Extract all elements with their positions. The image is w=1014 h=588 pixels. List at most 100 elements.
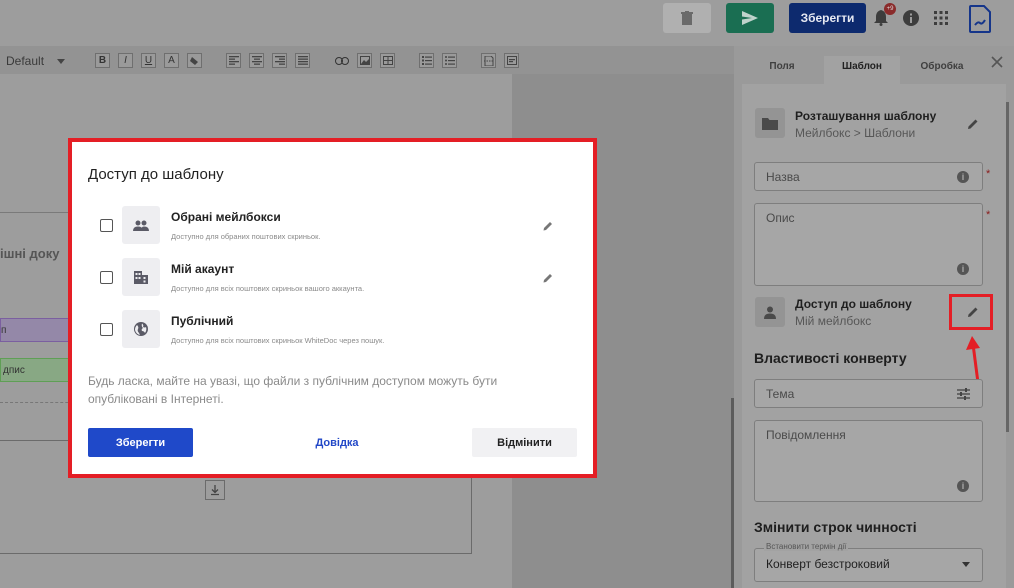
tab-processing[interactable]: Обробка (910, 56, 974, 84)
apps-grid-icon (934, 11, 948, 25)
name-label: Назва (766, 170, 800, 184)
help-link[interactable]: Довідка (292, 428, 382, 457)
panel-scrollbar[interactable] (1006, 102, 1009, 432)
justify-icon (297, 56, 308, 65)
edit-location-pencil-icon[interactable] (966, 117, 980, 131)
option-title: Публічний (171, 314, 234, 328)
access-dialog: Доступ до шаблону Обрані мейлбокси Досту… (68, 138, 597, 478)
bold-button[interactable]: B (95, 53, 110, 68)
required-marker: * (986, 168, 991, 180)
info-button[interactable] (901, 8, 921, 28)
font-select[interactable]: Default (6, 54, 44, 68)
close-icon[interactable] (990, 55, 1004, 69)
save-button[interactable]: Зберегти (88, 428, 193, 457)
tab-fields[interactable]: Поля (752, 56, 812, 84)
fill-icon (189, 56, 198, 65)
send-icon (742, 11, 758, 25)
doc-field-signature[interactable]: дпис (0, 358, 70, 382)
fill-color-button[interactable] (187, 53, 202, 68)
access-title: Доступ до шаблону (795, 297, 912, 311)
top-bar: Зберегти +9 (0, 0, 1014, 46)
location-path: Мейлбокс > Шаблони (795, 126, 916, 140)
delete-button[interactable] (663, 3, 711, 33)
group-icon (122, 206, 160, 244)
checkbox[interactable] (100, 219, 113, 232)
unordered-list-icon (444, 56, 455, 65)
align-left-button[interactable] (226, 53, 241, 68)
option-description: Доступно для всіх поштових скриньок вашо… (171, 284, 365, 293)
globe-icon (122, 310, 160, 348)
align-left-icon (228, 56, 239, 65)
table-button[interactable] (380, 53, 395, 68)
building-icon (122, 258, 160, 296)
field-button[interactable] (504, 53, 519, 68)
expiry-field-label: Встановити термін дії (764, 542, 849, 551)
align-center-button[interactable] (249, 53, 264, 68)
info-icon[interactable]: i (957, 480, 969, 492)
underline-button[interactable]: U (141, 53, 156, 68)
align-center-icon (251, 56, 262, 65)
field-icon (506, 56, 517, 65)
download-icon (211, 485, 219, 496)
doc-field-purple[interactable]: п (0, 318, 70, 342)
public-access-note: Будь ласка, майте на увазі, що файли з п… (88, 374, 498, 406)
image-button[interactable] (357, 53, 372, 68)
info-icon[interactable]: i (957, 171, 969, 183)
chevron-down-icon[interactable] (962, 562, 970, 567)
link-button[interactable] (334, 53, 349, 68)
text-color-button[interactable]: A (164, 53, 179, 68)
option-public[interactable]: Публічний Доступно для всіх поштових скр… (96, 310, 556, 350)
italic-button[interactable]: I (118, 53, 133, 68)
expiry-section-title: Змінити строк чинності (754, 519, 917, 535)
link-icon (334, 56, 349, 65)
tab-template[interactable]: Шаблон (824, 56, 900, 84)
align-right-icon (274, 56, 285, 65)
required-marker: * (986, 209, 991, 221)
document-logo-icon (969, 5, 991, 33)
ordered-list-button[interactable] (419, 53, 434, 68)
apps-button[interactable] (931, 8, 951, 28)
app-logo[interactable] (968, 5, 992, 33)
dialog-title: Доступ до шаблону (88, 166, 224, 183)
image-icon (359, 56, 370, 65)
option-selected-mailboxes[interactable]: Обрані мейлбокси Доступно для обраних по… (96, 206, 556, 246)
subject-label: Тема (766, 387, 795, 401)
option-title: Обрані мейлбокси (171, 210, 281, 224)
option-description: Доступно для всіх поштових скриньок Whit… (171, 336, 385, 345)
editor-toolbar: Default B I U A (0, 46, 734, 74)
checkbox[interactable] (100, 323, 113, 336)
access-value: Мій мейлбокс (795, 314, 872, 328)
highlight-box (949, 294, 993, 330)
justify-button[interactable] (295, 53, 310, 68)
panel-tabs: Поля Шаблон Обробка (734, 46, 1014, 84)
cancel-button[interactable]: Відмінити (472, 428, 577, 457)
description-label: Опис (766, 211, 795, 225)
page-break-icon (483, 55, 494, 66)
location-title: Розташування шаблону (795, 109, 937, 123)
page-break-button[interactable] (481, 53, 496, 68)
edit-pencil-icon[interactable] (542, 220, 554, 232)
download-button[interactable] (205, 480, 225, 500)
info-icon (903, 10, 919, 26)
folder-icon (755, 108, 785, 138)
info-icon[interactable]: i (957, 263, 969, 275)
edit-pencil-icon[interactable] (542, 272, 554, 284)
option-title: Мій акаунт (171, 262, 235, 276)
unordered-list-button[interactable] (442, 53, 457, 68)
document-heading: ішні доку (0, 246, 60, 261)
option-my-account[interactable]: Мій акаунт Доступно для всіх поштових ск… (96, 258, 556, 298)
align-right-button[interactable] (272, 53, 287, 68)
envelope-section-title: Властивості конверту (754, 350, 907, 366)
option-description: Доступно для обраних поштових скриньок. (171, 232, 321, 241)
send-button[interactable] (726, 3, 774, 33)
person-icon (755, 297, 785, 327)
ordered-list-icon (421, 56, 432, 65)
save-button[interactable]: Зберегти (789, 3, 866, 33)
checkbox[interactable] (100, 271, 113, 284)
variables-icon[interactable] (957, 388, 970, 400)
trash-icon (681, 11, 693, 25)
message-label: Повідомлення (766, 428, 846, 442)
chevron-down-icon[interactable] (57, 59, 65, 64)
notification-badge: +9 (884, 3, 896, 15)
expiry-value: Конверт безстроковий (766, 557, 890, 571)
